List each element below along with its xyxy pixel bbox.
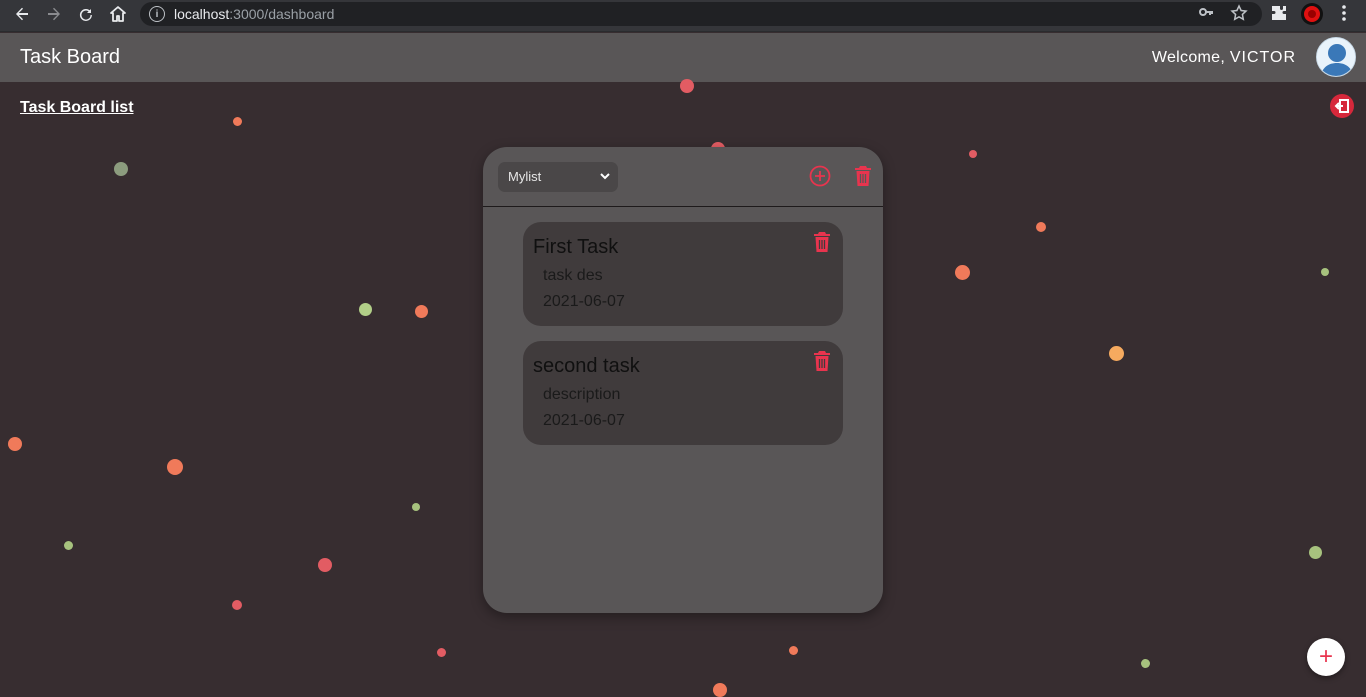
username: VICTOR	[1229, 49, 1296, 66]
key-icon[interactable]	[1198, 4, 1214, 25]
add-circle-icon	[809, 165, 831, 187]
avatar[interactable]	[1316, 37, 1356, 77]
menu-kebab-icon[interactable]	[1338, 4, 1350, 27]
background-dot	[437, 648, 446, 657]
add-task-button[interactable]	[808, 164, 832, 188]
background-dot	[955, 265, 970, 280]
background-dot	[64, 541, 73, 550]
background-dot	[8, 437, 22, 451]
forward-icon[interactable]	[42, 2, 66, 26]
delete-task-button[interactable]	[813, 350, 831, 377]
task-description: description	[543, 386, 621, 403]
profile-extension-icon[interactable]	[1300, 2, 1324, 31]
address-bar[interactable]: i localhost:3000/dashboard	[140, 2, 1262, 26]
task-card[interactable]: second task description 2021-06-07	[523, 341, 843, 445]
bookmark-star-icon[interactable]	[1230, 4, 1248, 27]
task-list-board: Mylist First Task task des 2021-06-07 se…	[483, 147, 883, 613]
task-date: 2021-06-07	[543, 412, 625, 429]
extensions-icon[interactable]	[1270, 4, 1288, 27]
task-title: First Task	[533, 236, 619, 258]
background-dot	[412, 503, 420, 511]
welcome-message: Welcome, VICTOR	[1151, 49, 1296, 66]
site-info-icon[interactable]: i	[149, 6, 165, 22]
trash-icon	[814, 351, 830, 371]
trash-icon	[814, 232, 830, 252]
background-dot	[1109, 346, 1124, 361]
background-dot	[680, 79, 694, 93]
background-dot	[318, 558, 332, 572]
task-title: second task	[533, 355, 640, 377]
background-dot	[114, 162, 128, 176]
url-text: localhost:3000/dashboard	[174, 6, 335, 22]
logout-icon[interactable]	[1330, 94, 1354, 118]
app-title: Task Board	[20, 46, 121, 68]
list-select-value: Mylist	[508, 169, 542, 184]
chevron-down-icon	[600, 162, 610, 205]
task-description: task des	[543, 267, 603, 284]
add-fab-button[interactable]: +	[1307, 638, 1345, 676]
background-dot	[359, 303, 372, 316]
reload-icon[interactable]	[74, 2, 98, 26]
list-select[interactable]: Mylist	[498, 162, 618, 192]
background-dot	[1321, 268, 1329, 276]
task-board-list-link[interactable]: Task Board list	[20, 99, 134, 117]
background-dot	[789, 646, 798, 655]
home-icon[interactable]	[106, 2, 130, 26]
background-dot	[969, 150, 977, 158]
background-dot	[1141, 659, 1150, 668]
delete-list-button[interactable]	[851, 164, 875, 188]
background-dot	[232, 600, 242, 610]
browser-toolbar: i localhost:3000/dashboard	[0, 0, 1366, 32]
task-date: 2021-06-07	[543, 293, 625, 310]
background-dot	[713, 683, 727, 697]
task-card[interactable]: First Task task des 2021-06-07	[523, 222, 843, 326]
background-dot	[1036, 222, 1046, 232]
background-dot	[167, 459, 183, 475]
delete-task-button[interactable]	[813, 231, 831, 258]
background-dot	[415, 305, 428, 318]
background-dot	[233, 117, 242, 126]
back-icon[interactable]	[10, 2, 34, 26]
app-header: Task Board Welcome, VICTOR	[0, 33, 1366, 82]
background-dot	[1309, 546, 1322, 559]
trash-icon	[855, 166, 871, 186]
board-header: Mylist	[483, 147, 883, 207]
